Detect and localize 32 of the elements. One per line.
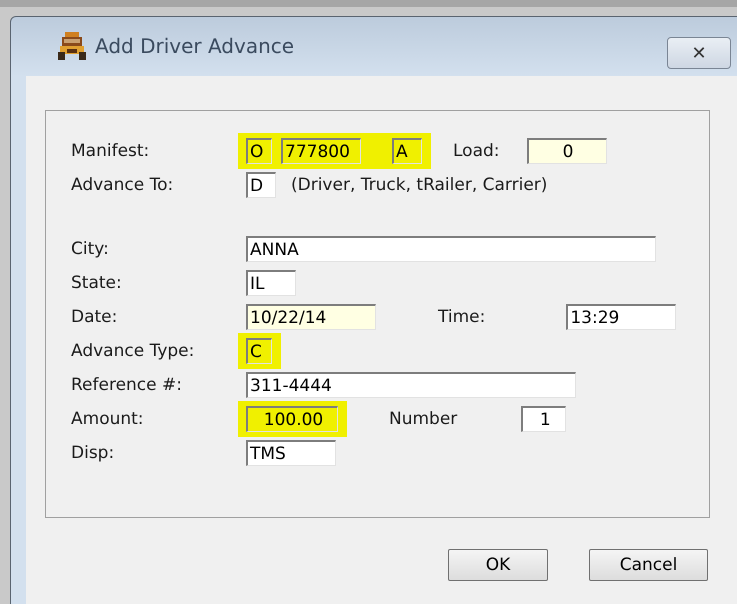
input-field[interactable]: IL [246, 270, 296, 296]
field-label: Date: [71, 307, 118, 327]
input-field[interactable]: TMS [246, 440, 336, 466]
input-field[interactable]: O [246, 138, 272, 164]
field-label: Number [389, 409, 458, 429]
input-field[interactable]: A [392, 138, 422, 164]
field-label: Manifest: [71, 141, 150, 161]
ok-button[interactable]: OK [448, 549, 548, 581]
field-label: Reference #: [71, 375, 183, 395]
input-field[interactable]: 311-4444 [246, 372, 576, 398]
field-label: Load: [453, 141, 500, 161]
input-field[interactable]: 1 [521, 406, 566, 432]
field-label: Amount: [71, 409, 145, 429]
input-field[interactable]: D [246, 172, 276, 198]
field-label: City: [71, 239, 110, 259]
close-button[interactable]: ✕ [667, 37, 731, 69]
input-field[interactable]: 777800 [281, 138, 361, 164]
input-field[interactable]: 100.00 [246, 406, 338, 432]
field-label: State: [71, 273, 123, 293]
field-label: Disp: [71, 443, 116, 463]
hint-text: (Driver, Truck, tRailer, Carrier) [291, 175, 548, 195]
window-title: Add Driver Advance [95, 34, 294, 58]
cancel-button[interactable]: Cancel [589, 549, 708, 581]
truck-icon [57, 31, 87, 61]
input-field[interactable]: C [246, 338, 272, 364]
input-field[interactable]: 0 [526, 138, 607, 164]
field-label: Time: [438, 307, 486, 327]
input-field[interactable]: ANNA [246, 236, 656, 262]
input-field[interactable]: 13:29 [566, 304, 676, 330]
input-field[interactable]: 10/22/14 [246, 304, 376, 330]
field-label: Advance Type: [71, 341, 196, 361]
field-label: Advance To: [71, 175, 174, 195]
